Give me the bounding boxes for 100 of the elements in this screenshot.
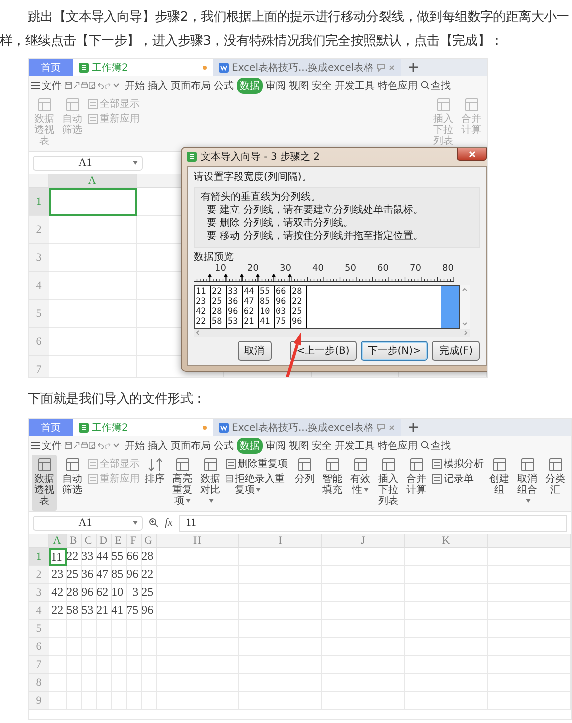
search-icon	[421, 441, 430, 450]
preview-icon	[89, 81, 96, 90]
name-box[interactable]: A1	[33, 156, 143, 170]
table-cell[interactable]: 75	[126, 602, 142, 620]
speech-bubble-icon	[377, 424, 386, 432]
ribbon-button[interactable]: 分列	[293, 455, 317, 511]
table-cell[interactable]: 55	[112, 548, 127, 566]
select-all-corner[interactable]	[29, 534, 49, 548]
ribbon-button[interactable]: 插入下拉列表	[376, 455, 401, 511]
table-icon	[436, 98, 450, 112]
ribbon-button[interactable]: 数据透视表	[32, 455, 57, 511]
table-cell[interactable]: 66	[126, 548, 142, 566]
caret-icon	[526, 499, 530, 503]
menu-tab[interactable]: 特色应用	[378, 78, 418, 94]
menu-tab[interactable]: 视图	[289, 78, 309, 94]
ribbon-button[interactable]: 模拟分析	[432, 459, 484, 470]
menu-tab[interactable]: 插入	[148, 438, 168, 454]
ribbon-button[interactable]: 有效性	[348, 455, 373, 511]
menu-tab[interactable]: 开始	[125, 438, 145, 454]
save-icon	[65, 441, 72, 450]
table-cell[interactable]: 10	[112, 584, 127, 602]
more-icon	[113, 441, 120, 450]
ribbon-button[interactable]: 自动筛选	[60, 455, 85, 511]
close-button[interactable]	[457, 148, 487, 161]
table-cell[interactable]: 85	[112, 566, 127, 584]
dialog-button[interactable]: 取消	[238, 341, 272, 361]
table-icon	[410, 458, 424, 472]
table-icon	[464, 98, 478, 112]
dialog-button[interactable]: 下一步(N)>	[360, 341, 428, 361]
menu-tab[interactable]: 公式	[214, 438, 234, 454]
file-menu[interactable]: 文件	[31, 438, 62, 452]
menu-tab[interactable]: 审阅	[266, 438, 286, 454]
table-cell[interactable]: 21	[96, 602, 112, 620]
select-all-corner[interactable]	[29, 174, 49, 188]
list-icon	[432, 459, 442, 469]
tab[interactable]: Excel表格技巧...换成excel表格	[213, 59, 402, 76]
table-cell[interactable]: 62	[96, 584, 112, 602]
menu-tab[interactable]: 安全	[312, 438, 332, 454]
table-cell[interactable]: 25	[66, 566, 82, 584]
table-icon	[382, 458, 396, 472]
dialog-button[interactable]: 完成(F)	[432, 341, 480, 361]
menu-tab[interactable]: 审阅	[266, 78, 286, 94]
preview-column: 11 23 42 22	[195, 286, 211, 328]
table-cell[interactable]: 28	[66, 584, 82, 602]
menu-tab[interactable]: 安全	[312, 78, 332, 94]
table-cell[interactable]: 22	[142, 566, 157, 584]
table-cell[interactable]: 96	[126, 566, 142, 584]
menu-tab[interactable]: 视图	[289, 438, 309, 454]
document-icon	[219, 62, 229, 72]
table-cell[interactable]: 53	[82, 602, 97, 620]
menu-tab[interactable]: 公式	[214, 78, 234, 94]
table-cell[interactable]: 44	[96, 548, 112, 566]
ribbon-button[interactable]: 创建组	[487, 455, 512, 511]
table-icon	[548, 458, 562, 472]
menu-tab[interactable]: 页面布局	[171, 78, 211, 94]
ribbon-button[interactable]: 记录单	[432, 474, 484, 485]
table-cell[interactable]: 22	[49, 602, 67, 620]
formula-field[interactable]: 11	[178, 514, 567, 532]
file-menu[interactable]: 文件	[31, 78, 62, 92]
ribbon-button[interactable]: 取消组合	[515, 455, 540, 511]
table-icon	[520, 458, 534, 472]
table-cell[interactable]: 96	[82, 584, 97, 602]
menu-tab[interactable]: 插入	[148, 78, 168, 94]
menu-tab[interactable]: 开发工具	[335, 438, 375, 454]
name-box[interactable]: A1	[33, 516, 143, 530]
menu-tab[interactable]: 页面布局	[171, 438, 211, 454]
redo-icon	[105, 81, 112, 90]
table-cell[interactable]: 28	[142, 548, 157, 566]
ruler-label: 60	[376, 264, 389, 274]
menu-tab[interactable]: 特色应用	[378, 438, 418, 454]
table-cell[interactable]	[49, 188, 137, 216]
search-button[interactable]: 查找	[421, 78, 451, 92]
save-icon	[65, 81, 72, 90]
table-cell[interactable]: 33	[82, 548, 97, 566]
ribbon-button[interactable]: 拒绝录入重复项	[226, 474, 290, 496]
table-cell[interactable]: 47	[96, 566, 112, 584]
paragraph: 跳出【文本导入向导】步骤2，我们根据上面的提示进行移动分裂线，做到每组数字的距离大小一样，继续点击【下一步】，进入步骤3，没有特殊情况我们完全按照默认，点击【完成】：	[0, 9, 570, 51]
table-cell[interactable]: 23	[49, 566, 67, 584]
table-cell[interactable]: 3	[126, 584, 142, 602]
insert-function-button[interactable]: fx	[165, 517, 173, 529]
ribbon-button[interactable]: 删除重复项	[226, 459, 290, 470]
table-cell[interactable]: 25	[142, 584, 157, 602]
table-cell[interactable]: 22	[66, 548, 82, 566]
table-cell[interactable]: 11	[49, 548, 67, 566]
search-button[interactable]: 查找	[421, 438, 451, 452]
table-cell[interactable]: 58	[66, 602, 82, 620]
table-cell[interactable]: 42	[49, 584, 67, 602]
dialog-button[interactable]: <上一步(B)	[290, 341, 357, 361]
menu-tab[interactable]: 开发工具	[335, 78, 375, 94]
ribbon-button[interactable]: 高亮重复项	[170, 455, 195, 511]
table-cell[interactable]: 41	[112, 602, 127, 620]
sort-button[interactable]: 排序	[143, 455, 167, 511]
table-cell[interactable]: 36	[82, 566, 97, 584]
ribbon-button[interactable]: 分类汇	[543, 455, 568, 511]
tab[interactable]: Excel表格技巧...换成excel表格	[213, 419, 402, 436]
ribbon-button[interactable]: 合并计算	[404, 455, 429, 511]
ribbon-button[interactable]: 数据对比	[198, 455, 223, 511]
ribbon-button[interactable]: 智能填充	[320, 455, 345, 511]
table-cell[interactable]: 96	[142, 602, 157, 620]
menu-tab[interactable]: 开始	[125, 78, 145, 94]
